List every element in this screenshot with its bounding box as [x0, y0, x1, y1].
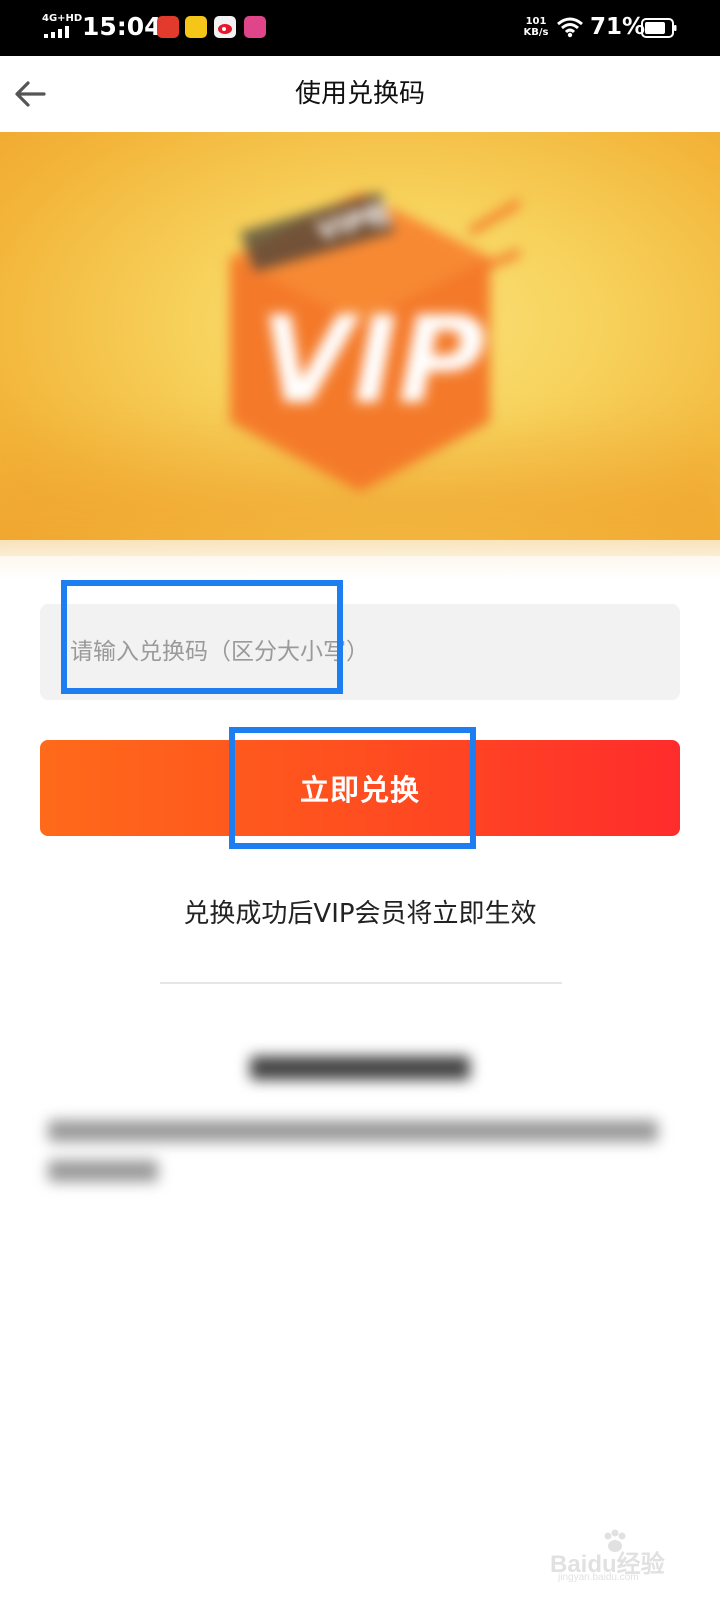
redeem-code-input[interactable]	[40, 604, 680, 700]
rules-body-blurred	[48, 1114, 678, 1206]
shop-app-icon	[244, 16, 266, 38]
wifi-icon	[557, 17, 583, 38]
rules-title-blurred	[0, 1050, 720, 1097]
redeem-info-text: 兑换成功后VIP会员将立即生效	[183, 899, 537, 929]
emoji-app-icon	[185, 16, 207, 38]
network-type: 4G+HD	[42, 13, 83, 24]
watermark-sub: jingyan.baidu.com	[558, 1572, 639, 1583]
redeem-code-field[interactable]	[40, 604, 680, 700]
weibo-icon	[214, 16, 236, 38]
signal-icon	[44, 26, 69, 38]
battery-icon	[641, 18, 677, 38]
divider	[160, 982, 562, 984]
speed-unit: KB/s	[523, 27, 549, 38]
redeem-now-button[interactable]: 立即兑换	[40, 740, 680, 836]
battery-percent: 71%	[590, 14, 646, 40]
clock: 15:04	[82, 12, 162, 41]
nav-bar: 使用兑换码	[0, 56, 720, 132]
status-bar: 4G+HD 15:04 101 KB/s 71%	[0, 0, 720, 56]
badge-vip-text: VIP	[260, 292, 485, 431]
vip-banner: VIP啦 VIP	[0, 132, 720, 556]
speed-value: 101	[525, 16, 547, 27]
page-title: 使用兑换码	[294, 79, 425, 109]
vip-badge-image: VIP啦 VIP	[230, 192, 520, 492]
baidu-watermark: Baidu经验 jingyan.baidu.com	[550, 1528, 690, 1583]
redeem-rules-section	[0, 1030, 720, 1230]
banner-fade	[0, 540, 720, 580]
network-speed: 101 KB/s	[520, 16, 552, 38]
news-app-icon	[157, 16, 179, 38]
